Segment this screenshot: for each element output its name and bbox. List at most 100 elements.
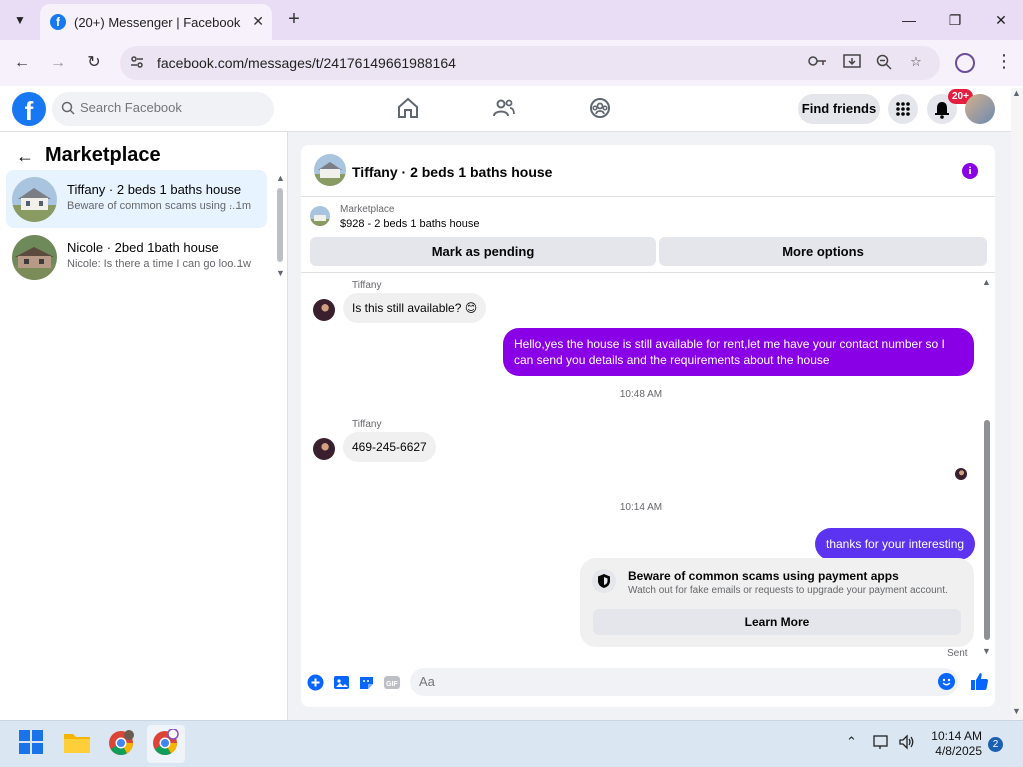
- zoom-out-icon[interactable]: [874, 54, 894, 72]
- facebook-header: f Find friends 20+: [0, 86, 1023, 132]
- scroll-up-arrow-icon[interactable]: ▲: [1012, 88, 1021, 98]
- svg-text:GIF: GIF: [386, 681, 398, 688]
- groups-icon[interactable]: [588, 96, 614, 122]
- like-thumb-icon[interactable]: [970, 672, 989, 690]
- tab-close-icon[interactable]: ✕: [252, 13, 264, 30]
- scroll-up-arrow-icon[interactable]: ▲: [982, 277, 991, 287]
- info-icon[interactable]: i: [962, 163, 978, 179]
- chrome-icon[interactable]: [107, 729, 137, 759]
- emoji-icon[interactable]: [938, 673, 955, 690]
- gif-icon[interactable]: GIF: [383, 674, 401, 692]
- forward-icon[interactable]: →: [46, 51, 70, 75]
- browser-profile-icon[interactable]: [955, 53, 975, 73]
- browser-menu-icon[interactable]: ⋮: [995, 51, 1013, 72]
- sender-avatar[interactable]: [313, 438, 335, 460]
- marketplace-sidebar: ← Marketplace Tiffany · 2 beds 1 baths h…: [0, 132, 288, 720]
- message-input-field[interactable]: [410, 668, 958, 696]
- search-icon: [61, 101, 75, 115]
- chat-panel: Tiffany · 2 beds 1 baths house i Marketp…: [301, 145, 995, 707]
- mark-as-pending-button[interactable]: Mark as pending: [310, 237, 656, 266]
- back-arrow-icon[interactable]: ←: [16, 146, 34, 167]
- conversation-time: · 1w: [230, 258, 251, 270]
- listing-thumbnail[interactable]: [314, 154, 346, 186]
- scam-warning-description: Watch out for fake emails or requests to…: [628, 585, 948, 596]
- scroll-down-arrow-icon[interactable]: ▼: [982, 646, 991, 656]
- conversation-item-tiffany[interactable]: Tiffany · 2 beds 1 baths house Beware of…: [6, 170, 267, 228]
- restore-icon[interactable]: ❐: [940, 8, 970, 32]
- new-tab-icon[interactable]: +: [282, 8, 306, 32]
- outgoing-message: Hello,yes the house is still available f…: [503, 328, 974, 376]
- sender-name: Tiffany: [352, 280, 382, 291]
- facebook-search[interactable]: [52, 92, 274, 126]
- conversation-name: Nicole · 2bed 1bath house: [67, 240, 219, 255]
- plus-icon[interactable]: [307, 674, 325, 692]
- listing-small-thumbnail: [310, 206, 330, 226]
- bookmark-star-icon[interactable]: ☆: [906, 54, 926, 72]
- scrollbar-thumb[interactable]: [984, 420, 990, 640]
- show-hidden-icons-icon[interactable]: ⌃: [846, 734, 857, 750]
- more-options-button[interactable]: More options: [659, 237, 987, 266]
- browser-tab-bar: ▼ f (20+) Messenger | Facebook ✕ + — ❐ ✕: [0, 0, 1023, 40]
- url-text: facebook.com/messages/t/2417614966198816…: [157, 55, 456, 71]
- window-close-icon[interactable]: ✕: [986, 8, 1016, 32]
- learn-more-button[interactable]: Learn More: [593, 609, 961, 635]
- conversation-preview: Beware of common scams using ...: [67, 200, 239, 212]
- scam-warning-title: Beware of common scams using payment app…: [628, 569, 899, 583]
- home-icon[interactable]: [396, 96, 422, 122]
- conversation-item-nicole[interactable]: Nicole · 2bed 1bath house Nicole: Is the…: [6, 228, 267, 286]
- conversation-name: Tiffany · 2 beds 1 baths house: [67, 182, 242, 197]
- conversation-time: · 1m: [229, 200, 251, 212]
- sidebar-scrollbar[interactable]: ▲ ▼: [276, 173, 285, 278]
- volume-icon[interactable]: [898, 734, 916, 753]
- photo-icon[interactable]: [333, 674, 351, 692]
- find-friends-button[interactable]: Find friends: [798, 94, 880, 124]
- file-explorer-icon[interactable]: [63, 729, 93, 759]
- facebook-logo-icon[interactable]: f: [12, 92, 46, 126]
- listing-price: $928 - 2 beds 1 baths house: [340, 218, 480, 230]
- search-input[interactable]: [80, 100, 260, 115]
- tab-title: (20+) Messenger | Facebook: [74, 14, 241, 30]
- address-bar[interactable]: facebook.com/messages/t/2417614966198816…: [120, 46, 940, 80]
- reload-icon[interactable]: ↻: [82, 51, 106, 75]
- message-thread: Tiffany Is this still available? 😊 Hello…: [301, 275, 995, 659]
- chat-header: Tiffany · 2 beds 1 baths house i: [301, 145, 995, 197]
- minimize-icon[interactable]: —: [894, 8, 924, 32]
- windows-start-icon[interactable]: [18, 729, 48, 759]
- network-icon[interactable]: [873, 734, 891, 753]
- sender-avatar[interactable]: [313, 299, 335, 321]
- friends-icon[interactable]: [492, 96, 518, 122]
- browser-tab[interactable]: f (20+) Messenger | Facebook ✕: [40, 4, 272, 40]
- install-app-icon[interactable]: [842, 54, 862, 72]
- notification-count-badge[interactable]: 2: [988, 737, 1003, 752]
- chat-title[interactable]: Tiffany · 2 beds 1 baths house: [352, 164, 552, 180]
- chat-scrollbar[interactable]: ▲ ▼: [981, 277, 993, 658]
- incoming-message: 469-245-6627: [343, 432, 436, 462]
- clock-date: 4/8/2025: [935, 744, 982, 758]
- clock-time: 10:14 AM: [931, 729, 982, 743]
- tab-search-icon[interactable]: ▼: [8, 8, 32, 32]
- scroll-up-arrow-icon[interactable]: ▲: [276, 173, 285, 183]
- sticker-icon[interactable]: [358, 674, 376, 692]
- account-avatar[interactable]: [965, 94, 995, 124]
- message-input[interactable]: [419, 674, 919, 689]
- conversation-preview: Nicole: Is there a time I can go loo...: [67, 258, 243, 270]
- page-scrollbar[interactable]: ▲ ▼: [1011, 88, 1023, 720]
- chrome-profile-icon[interactable]: [151, 728, 181, 759]
- outgoing-message: thanks for your interesting: [815, 528, 976, 560]
- menu-grid-icon[interactable]: [888, 94, 918, 124]
- system-clock[interactable]: 10:14 AM 4/8/2025: [928, 729, 982, 759]
- password-key-icon[interactable]: [808, 54, 828, 72]
- site-info-icon[interactable]: [128, 54, 146, 72]
- sender-name: Tiffany: [352, 419, 382, 430]
- house-thumbnail: [12, 235, 57, 280]
- scroll-down-arrow-icon[interactable]: ▼: [276, 268, 285, 278]
- message-timestamp: 10:14 AM: [619, 502, 663, 513]
- facebook-favicon-icon: f: [50, 14, 66, 30]
- message-composer: GIF: [301, 666, 995, 700]
- seen-indicator-avatar: [955, 468, 967, 480]
- scrollbar-thumb[interactable]: [277, 188, 283, 262]
- browser-toolbar: ← → ↻ facebook.com/messages/t/2417614966…: [0, 40, 1023, 86]
- scroll-down-arrow-icon[interactable]: ▼: [1012, 706, 1021, 716]
- sidebar-title: Marketplace: [45, 144, 161, 166]
- back-icon[interactable]: ←: [10, 51, 34, 75]
